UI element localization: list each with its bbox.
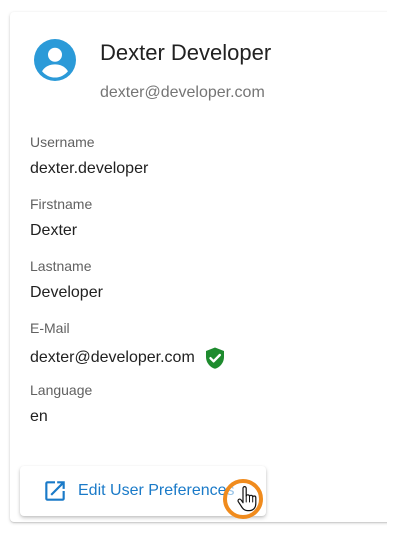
field-value: dexter@developer.com (30, 346, 227, 370)
field-value: en (30, 408, 48, 426)
open-in-new-icon (45, 481, 65, 501)
field-label: Username (30, 134, 95, 150)
field-value-text: Dexter (30, 222, 78, 239)
field-value-text: en (30, 408, 48, 425)
field-lastname: Lastname Developer (30, 258, 370, 320)
hand-pointer-icon (237, 486, 257, 512)
shield-check-icon (205, 347, 224, 369)
field-label: Firstname (30, 196, 93, 212)
viewport-edge (387, 0, 401, 534)
field-label: Lastname (30, 258, 92, 274)
field-value: Developer (30, 284, 103, 302)
field-label: Language (30, 382, 93, 398)
field-language: Language en (30, 382, 370, 444)
account-circle-icon (34, 39, 76, 81)
profile-fields: Username dexter.developer Firstname Dext… (30, 134, 370, 444)
edit-user-preferences-label: Edit User Preferences (78, 482, 235, 499)
field-value-text: Developer (30, 284, 103, 301)
field-label: E-Mail (30, 320, 70, 336)
profile-header: Dexter Developer dexter@developer.com (10, 12, 394, 112)
field-value: Dexter (30, 222, 77, 240)
user-display-name: Dexter Developer (100, 40, 272, 65)
field-value-text: dexter@developer.com (30, 349, 195, 366)
field-email: E-Mail dexter@developer.com (30, 320, 370, 382)
field-firstname: Firstname Dexter (30, 196, 370, 258)
field-value: dexter.developer (30, 160, 148, 178)
field-value-text: dexter.developer (30, 160, 149, 177)
user-profile-card: Dexter Developer dexter@developer.com Us… (10, 12, 394, 522)
user-email-subtitle: dexter@developer.com (100, 84, 265, 101)
field-username: Username dexter.developer (30, 134, 370, 196)
